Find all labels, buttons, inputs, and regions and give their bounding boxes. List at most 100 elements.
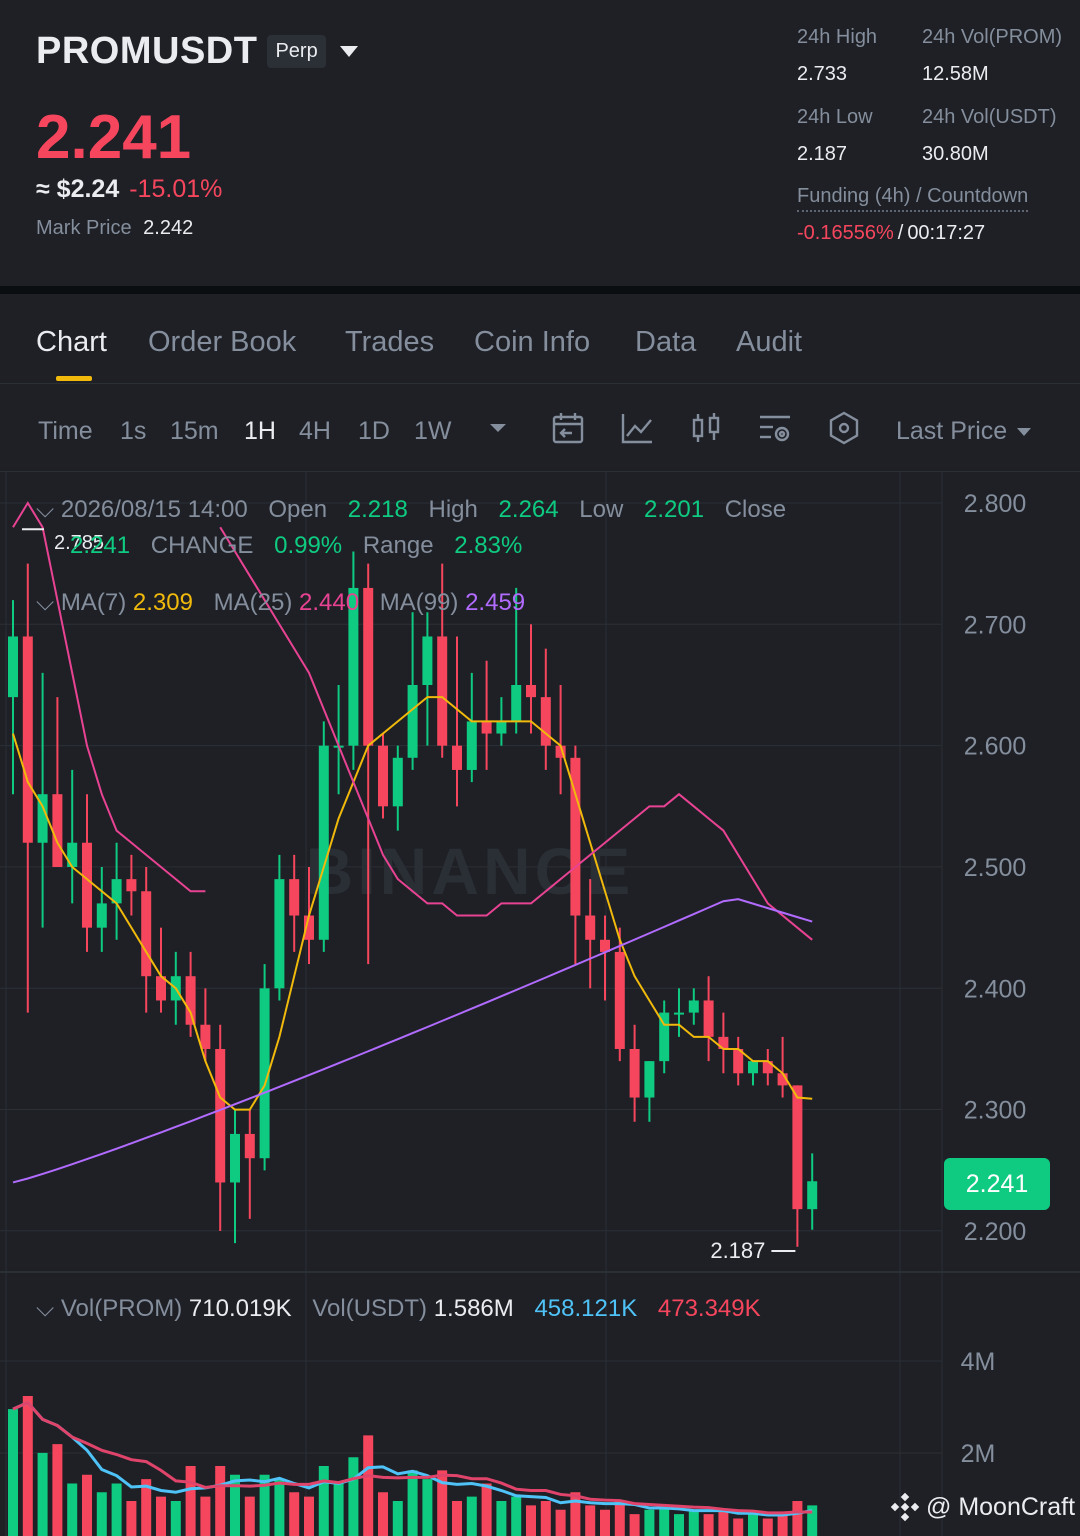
- symbol-selector[interactable]: PROMUSDT Perp: [36, 30, 358, 73]
- active-tab-indicator: [56, 376, 92, 381]
- interval-4h[interactable]: 4H: [299, 417, 331, 446]
- candle-body: [141, 891, 152, 977]
- candle-body: [807, 1181, 818, 1210]
- price-chart[interactable]: BINANCE 2.8002.7002.6002.5002.4002.3002.…: [0, 472, 1080, 1536]
- funding-label[interactable]: Funding (4h) / Countdown: [797, 185, 1029, 212]
- candle: [570, 745, 581, 965]
- volume-bar: [570, 1492, 581, 1536]
- candle: [392, 745, 403, 831]
- price-tick-label: 2.500: [964, 854, 1027, 882]
- volume-bar: [496, 1501, 507, 1536]
- stat-24h-vol-usdt: 24h Vol(USDT) 30.80M: [922, 106, 1057, 166]
- chevron-down-icon[interactable]: [339, 46, 358, 57]
- volume-bar: [733, 1518, 744, 1536]
- candle-body: [8, 636, 18, 698]
- volume-bar: [156, 1496, 166, 1536]
- symbol-name[interactable]: PROMUSDT: [36, 30, 257, 73]
- interval-1w[interactable]: 1W: [414, 417, 452, 446]
- stat-label: 24h Vol(PROM): [922, 26, 1063, 48]
- volume-bar: [777, 1514, 788, 1536]
- candle-body: [82, 842, 92, 928]
- volume-bar: [37, 1452, 48, 1536]
- diamond-logo-icon: [890, 1492, 920, 1522]
- funding-info[interactable]: Funding (4h) / Countdown -0.16556%/00:17…: [797, 185, 1029, 245]
- candle: [481, 660, 492, 770]
- credit-text: @ MoonCraft: [926, 1492, 1076, 1521]
- volume-bar: [614, 1501, 625, 1536]
- stat-24h-vol-prom: 24h Vol(PROM) 12.58M: [922, 26, 1062, 86]
- candle: [733, 1036, 744, 1086]
- candle-body: [644, 1061, 655, 1098]
- volume-bar: [22, 1396, 33, 1536]
- chevron-down-icon[interactable]: ⌵: [36, 589, 54, 616]
- candle-body: [703, 1000, 714, 1037]
- volume-bar: [407, 1470, 418, 1536]
- candle: [555, 685, 566, 795]
- stat-24h-high: 24h High 2.733: [797, 26, 877, 86]
- candle: [111, 842, 122, 940]
- interval-15m[interactable]: 15m: [170, 417, 219, 446]
- volume-bar: [600, 1509, 610, 1536]
- volume-bar: [363, 1435, 374, 1536]
- candle-body: [274, 879, 285, 989]
- indicator-icon[interactable]: [619, 410, 655, 446]
- candle: [644, 1061, 655, 1122]
- high-value: 2.264: [498, 496, 559, 523]
- mark-price-label: Mark Price: [36, 217, 132, 239]
- candle: [526, 624, 536, 734]
- volume-bar: [526, 1505, 536, 1536]
- change-label: CHANGE: [150, 532, 254, 559]
- ticker-header: PROMUSDT Perp 2.241 ≈ $2.24 -15.01% Mark…: [0, 0, 1080, 286]
- chart-toolbar: Time 1s 15m 1H 4H 1D 1W Last Price: [0, 384, 1080, 472]
- stat-value: 30.80M: [922, 143, 989, 165]
- chevron-down-icon[interactable]: ⌵: [36, 496, 54, 523]
- calendar-icon[interactable]: [550, 410, 586, 446]
- candle-body: [540, 697, 551, 746]
- volume-bar: [792, 1501, 803, 1536]
- volume-bar: [170, 1501, 181, 1536]
- interval-1h[interactable]: 1H: [244, 417, 276, 446]
- candle-body: [629, 1049, 640, 1098]
- interval-more-icon[interactable]: [480, 410, 516, 446]
- tab-trades[interactable]: Trades: [345, 326, 434, 359]
- volume-bar: [230, 1474, 240, 1536]
- tab-data[interactable]: Data: [635, 326, 696, 359]
- hexagon-settings-icon[interactable]: [826, 410, 862, 446]
- price-tick-label: 2.700: [964, 611, 1027, 639]
- candle-body: [748, 1061, 758, 1074]
- volume-legend[interactable]: ⌵ Vol(PROM) 710.019K Vol(USDT) 1.586M 45…: [36, 1295, 761, 1323]
- price-type-label: Last Price: [896, 417, 1008, 445]
- ma25-label: MA(25): [213, 589, 293, 616]
- volume-bar: [585, 1505, 596, 1536]
- candle-type-icon[interactable]: [688, 410, 724, 446]
- chart-settings-icon[interactable]: [757, 410, 793, 446]
- candle-body: [392, 757, 403, 807]
- candle-body: [614, 951, 625, 1049]
- stat-label: 24h High: [797, 26, 878, 48]
- price-type-dropdown[interactable]: Last Price: [896, 417, 1032, 446]
- chevron-down-icon[interactable]: ⌵: [36, 1295, 54, 1322]
- stat-24h-low: 24h Low 2.187: [797, 106, 873, 166]
- tab-chart[interactable]: Chart: [36, 326, 107, 359]
- volume-bar: [629, 1514, 640, 1536]
- vol-prom-value: 710.019K: [188, 1295, 292, 1322]
- candle-body: [526, 685, 536, 698]
- volume-bar: [422, 1479, 433, 1536]
- volume-bar: [481, 1483, 492, 1536]
- tab-coin-info[interactable]: Coin Info: [474, 326, 590, 359]
- volume-bars: [8, 1396, 818, 1536]
- interval-1d[interactable]: 1D: [358, 417, 390, 446]
- funding-rate: -0.16556%: [797, 222, 894, 244]
- volume-bar: [52, 1444, 63, 1536]
- ma-legend[interactable]: ⌵ MA(7) 2.309 MA(25) 2.440 MA(99) 2.459: [36, 589, 525, 617]
- volume-bar: [392, 1501, 403, 1536]
- candle: [452, 636, 462, 807]
- usd-price-row: ≈ $2.24 -15.01%: [36, 175, 222, 204]
- high-label: High: [428, 496, 478, 523]
- tab-order-book[interactable]: Order Book: [148, 326, 296, 359]
- candle: [230, 1109, 240, 1244]
- interval-1s[interactable]: 1s: [120, 417, 146, 446]
- interval-time[interactable]: Time: [38, 417, 93, 446]
- tab-audit[interactable]: Audit: [736, 326, 802, 359]
- candle: [348, 551, 359, 770]
